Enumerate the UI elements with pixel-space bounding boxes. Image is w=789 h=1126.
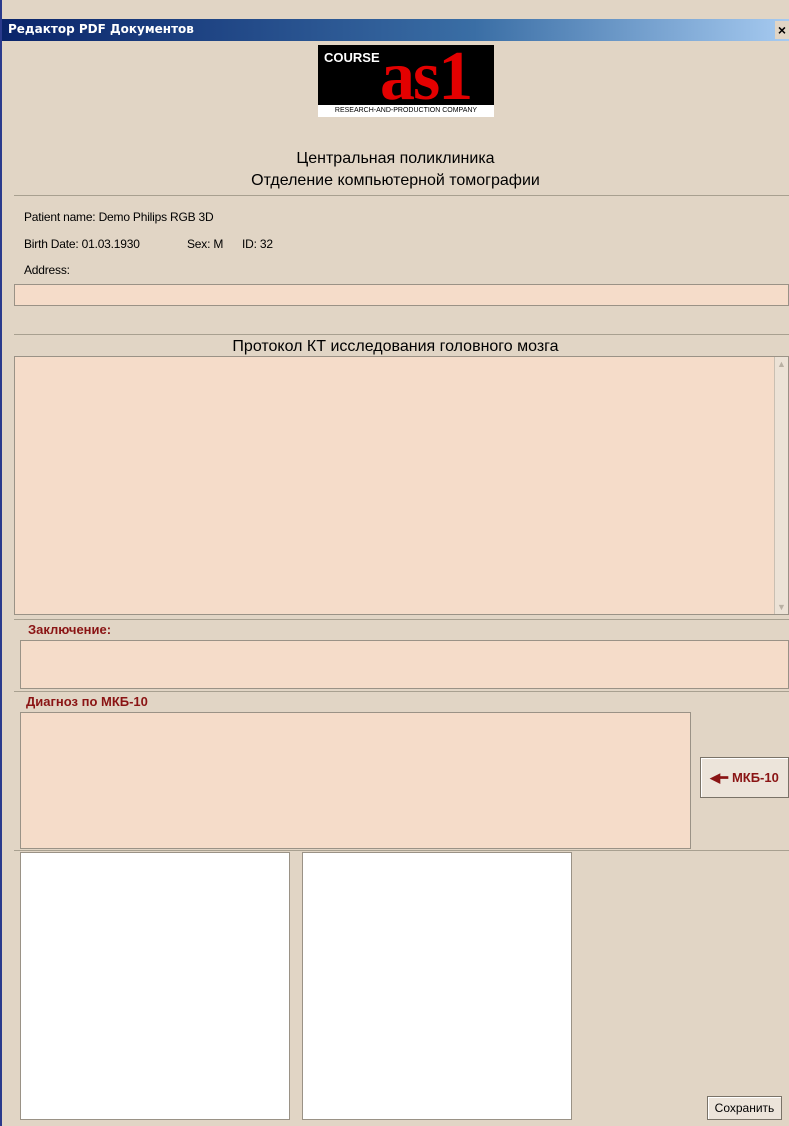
section-divider — [14, 334, 789, 335]
logo-course-text: COURSE — [324, 50, 380, 65]
conclusion-field[interactable] — [20, 640, 789, 689]
image-panel-left[interactable] — [20, 852, 290, 1120]
company-logo: COURSE as1 RESEARCH-AND-PRODUCTION COMPA… — [318, 38, 494, 117]
patient-sex: Sex: M — [187, 237, 224, 251]
diagnosis-field[interactable] — [20, 712, 691, 849]
address-label: Address: — [24, 263, 70, 277]
arrow-left-icon: ◀━ — [710, 769, 728, 785]
department-name: Отделение компьютерной томографии — [251, 172, 540, 189]
conclusion-divider — [14, 619, 789, 620]
image-panel-right[interactable] — [302, 852, 572, 1120]
scroll-up-icon[interactable]: ▲ — [777, 359, 786, 369]
diagnosis-label: Диагноз по МКБ-10 — [26, 694, 148, 709]
bottom-divider — [14, 850, 789, 851]
protocol-scrollbar[interactable]: ▲ ▼ — [774, 357, 788, 614]
address-field[interactable] — [14, 284, 789, 306]
logo-tagline: RESEARCH-AND-PRODUCTION COMPANY — [318, 105, 494, 117]
birth-date: Birth Date: 01.03.1930 — [24, 237, 140, 251]
protocol-text-area[interactable]: ▲ ▼ — [14, 356, 789, 615]
diagnosis-divider — [14, 691, 789, 692]
header-divider — [14, 195, 789, 196]
mkb10-button[interactable]: ◀━ МКБ-10 — [700, 757, 789, 798]
pdf-editor-window: Редактор PDF Документов × COURSE as1 RES… — [0, 0, 789, 1126]
close-icon[interactable]: × — [775, 21, 789, 39]
save-button[interactable]: Сохранить — [707, 1096, 782, 1120]
patient-name: Patient name: Demo Philips RGB 3D — [24, 210, 214, 224]
mkb10-button-label: МКБ-10 — [731, 770, 779, 785]
conclusion-label: Заключение: — [28, 622, 112, 637]
clinic-name: Центральная поликлиника — [296, 150, 495, 167]
scroll-down-icon[interactable]: ▼ — [777, 602, 786, 612]
window-title: Редактор PDF Документов — [8, 22, 194, 36]
patient-id: ID: 32 — [242, 237, 273, 251]
protocol-title: Протокол КТ исследования головного мозга — [232, 338, 559, 355]
